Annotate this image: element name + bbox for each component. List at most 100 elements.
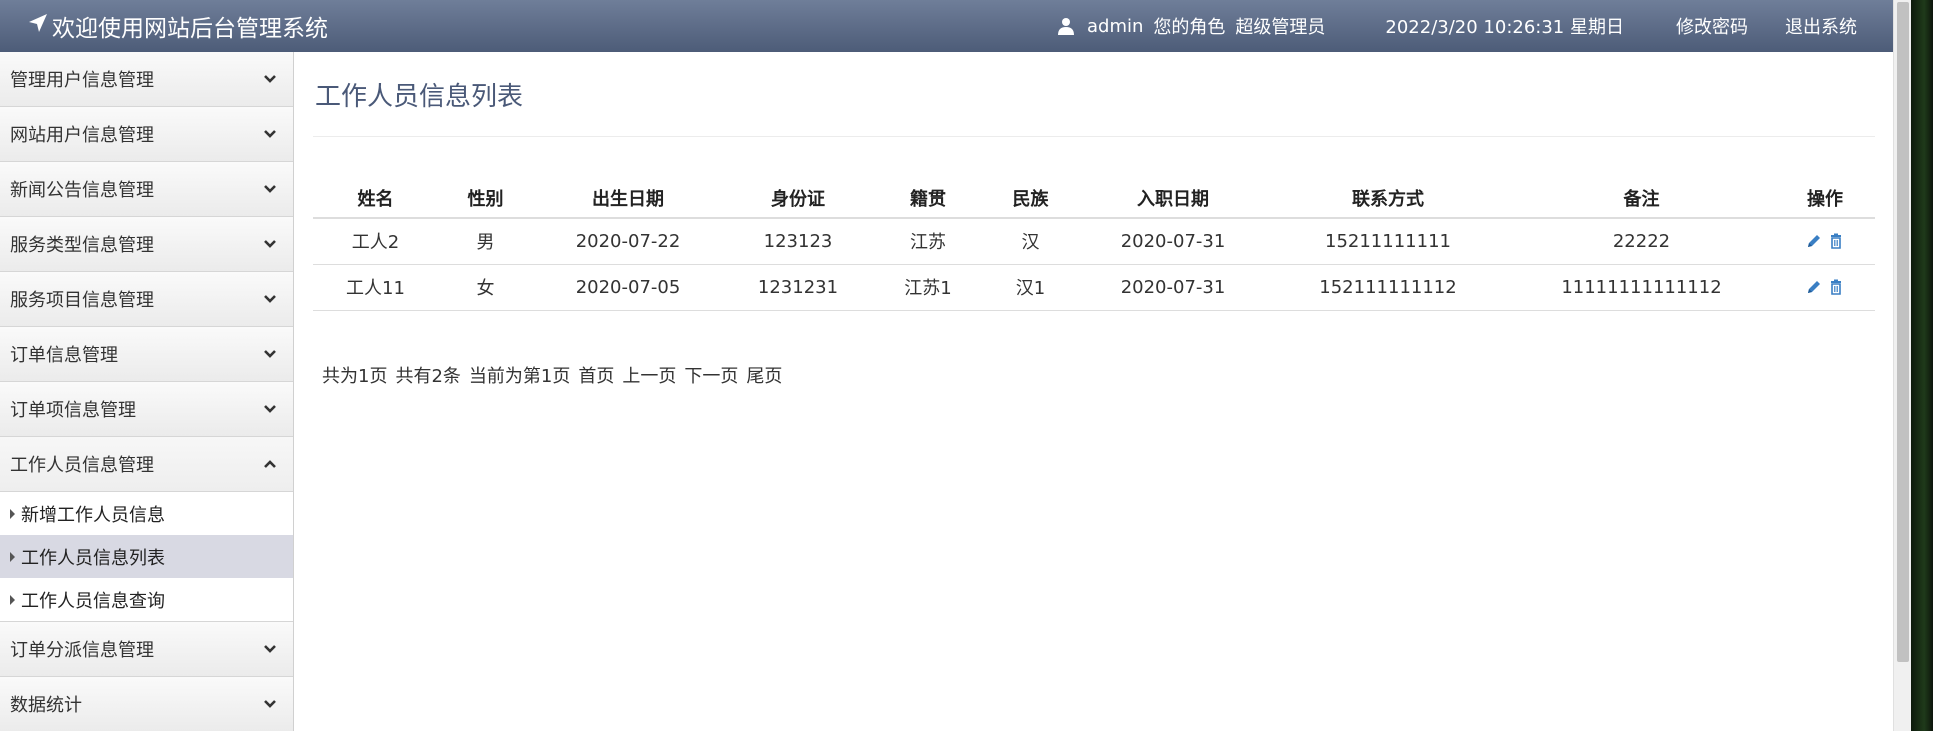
divider xyxy=(313,136,1875,137)
sidebar-item-label: 服务类型信息管理 xyxy=(10,235,154,256)
column-header: 操作 xyxy=(1775,178,1875,219)
sidebar-item-label: 新闻公告信息管理 xyxy=(10,180,154,201)
cell-gender: 女 xyxy=(438,264,533,311)
column-header: 身份证 xyxy=(723,178,873,219)
cell-name: 工人2 xyxy=(313,218,438,265)
pager-next-link[interactable]: 下一页 xyxy=(684,362,738,388)
table-header-row: 姓名 性别 出生日期 身份证 籍贯 民族 入职日期 联系方式 备注 操作 xyxy=(313,178,1875,219)
column-header: 民族 xyxy=(983,178,1078,219)
cell-actions xyxy=(1775,218,1875,265)
chevron-down-icon xyxy=(263,184,277,194)
column-header: 联系方式 xyxy=(1268,178,1508,219)
sidebar-item-label: 服务项目信息管理 xyxy=(10,290,154,311)
logout-link[interactable]: 退出系统 xyxy=(1785,13,1857,39)
chevron-down-icon xyxy=(263,129,277,139)
cell-gender: 男 xyxy=(438,218,533,265)
brand: 欢迎使用网站后台管理系统 xyxy=(0,0,328,52)
cell-ethnicity: 汉1 xyxy=(983,264,1078,311)
sidebar-item-label: 管理用户信息管理 xyxy=(10,70,154,91)
cell-birthdate: 2020-07-22 xyxy=(533,218,723,265)
background-edge xyxy=(1911,0,1933,731)
chevron-down-icon xyxy=(263,239,277,249)
scrollbar-thumb[interactable] xyxy=(1897,2,1909,662)
submenu-item-add-staff[interactable]: 新增工作人员信息 xyxy=(0,492,293,535)
column-header: 姓名 xyxy=(313,178,438,219)
submenu-item-staff-list[interactable]: 工作人员信息列表 xyxy=(0,535,293,578)
sidebar-item-label: 数据统计 xyxy=(10,695,82,716)
column-header: 入职日期 xyxy=(1078,178,1268,219)
cell-remark: 22222 xyxy=(1508,218,1775,265)
pager-prev-link[interactable]: 上一页 xyxy=(622,362,676,388)
cell-id-card: 123123 xyxy=(723,218,873,265)
sidebar-item-label: 订单信息管理 xyxy=(10,345,118,366)
chevron-down-icon xyxy=(263,404,277,414)
cell-remark: 11111111111112 xyxy=(1508,264,1775,311)
caret-right-icon xyxy=(10,508,15,519)
cell-hire-date: 2020-07-31 xyxy=(1078,264,1268,311)
sidebar-item-staff[interactable]: 工作人员信息管理 xyxy=(0,437,293,492)
trash-icon[interactable] xyxy=(1828,279,1844,295)
cell-hire-date: 2020-07-31 xyxy=(1078,218,1268,265)
cell-birthdate: 2020-07-05 xyxy=(533,264,723,311)
staff-submenu: 新增工作人员信息 工作人员信息列表 工作人员信息查询 xyxy=(0,492,293,622)
trash-icon[interactable] xyxy=(1828,233,1844,250)
column-header: 备注 xyxy=(1508,178,1775,219)
column-header: 出生日期 xyxy=(533,178,723,219)
chevron-down-icon xyxy=(263,74,277,84)
sidebar-item-service-items[interactable]: 服务项目信息管理 xyxy=(0,272,293,327)
sidebar-item-orders[interactable]: 订单信息管理 xyxy=(0,327,293,382)
datetime: 2022/3/20 10:26:31 星期日 xyxy=(1385,17,1624,38)
role-value: 超级管理员 xyxy=(1235,17,1326,38)
send-icon xyxy=(28,13,52,39)
column-header: 性别 xyxy=(438,178,533,219)
sidebar-item-dispatch[interactable]: 订单分派信息管理 xyxy=(0,622,293,677)
submenu-item-label: 新增工作人员信息 xyxy=(21,504,165,526)
pager-last-link[interactable]: 尾页 xyxy=(746,362,782,388)
pager-first-link[interactable]: 首页 xyxy=(578,362,614,388)
sidebar-item-admin-users[interactable]: 管理用户信息管理 xyxy=(0,52,293,107)
username: admin xyxy=(1087,15,1144,37)
cell-name: 工人11 xyxy=(313,264,438,311)
change-password-link[interactable]: 修改密码 xyxy=(1676,13,1748,39)
sidebar-item-order-items[interactable]: 订单项信息管理 xyxy=(0,382,293,437)
top-header: 欢迎使用网站后台管理系统 admin 您的角色 超级管理员 2022/3/20 … xyxy=(0,0,1893,52)
chevron-up-icon xyxy=(263,459,277,469)
cell-id-card: 1231231 xyxy=(723,264,873,311)
staff-table: 姓名 性别 出生日期 身份证 籍贯 民族 入职日期 联系方式 备注 操作 工人2… xyxy=(313,178,1875,311)
cell-native-place: 江苏 xyxy=(873,218,983,265)
sidebar-item-label: 订单分派信息管理 xyxy=(10,640,154,661)
page-title: 工作人员信息列表 xyxy=(315,82,524,112)
caret-right-icon xyxy=(10,551,15,562)
chevron-down-icon xyxy=(263,294,277,304)
sidebar-item-news[interactable]: 新闻公告信息管理 xyxy=(0,162,293,217)
edit-icon[interactable] xyxy=(1806,279,1822,295)
pager-total-items: 共有2条 xyxy=(395,366,461,387)
submenu-item-label: 工作人员信息列表 xyxy=(21,547,165,569)
sidebar-item-service-types[interactable]: 服务类型信息管理 xyxy=(0,217,293,272)
pager-total-pages: 共为1页 xyxy=(322,366,388,387)
edit-icon[interactable] xyxy=(1806,233,1822,249)
caret-right-icon xyxy=(10,594,15,605)
main-content: 工作人员信息列表 姓名 性别 出生日期 身份证 籍贯 民族 入职日期 联系方式 … xyxy=(295,52,1893,731)
sidebar-item-label: 网站用户信息管理 xyxy=(10,125,154,146)
sidebar-item-statistics[interactable]: 数据统计 xyxy=(0,677,293,731)
sidebar: 管理用户信息管理 网站用户信息管理 新闻公告信息管理 服务类型信息管理 服务项目… xyxy=(0,52,294,731)
submenu-item-label: 工作人员信息查询 xyxy=(21,590,165,612)
submenu-item-staff-query[interactable]: 工作人员信息查询 xyxy=(0,578,293,621)
cell-actions xyxy=(1775,264,1875,311)
user-icon xyxy=(1057,17,1075,35)
sidebar-item-site-users[interactable]: 网站用户信息管理 xyxy=(0,107,293,162)
user-info: admin 您的角色 超级管理员 xyxy=(1057,13,1335,39)
column-header: 籍贯 xyxy=(873,178,983,219)
chevron-down-icon xyxy=(263,644,277,654)
cell-ethnicity: 汉 xyxy=(983,218,1078,265)
table-row: 工人11 女 2020-07-05 1231231 江苏1 汉1 2020-07… xyxy=(313,264,1875,311)
vertical-scrollbar[interactable] xyxy=(1893,0,1911,731)
pager-current-page: 当前为第1页 xyxy=(468,366,571,387)
cell-native-place: 江苏1 xyxy=(873,264,983,311)
app-title: 欢迎使用网站后台管理系统 xyxy=(52,16,328,42)
role-label: 您的角色 xyxy=(1153,17,1226,38)
sidebar-item-label: 订单项信息管理 xyxy=(10,400,136,421)
chevron-down-icon xyxy=(263,699,277,709)
chevron-down-icon xyxy=(263,349,277,359)
